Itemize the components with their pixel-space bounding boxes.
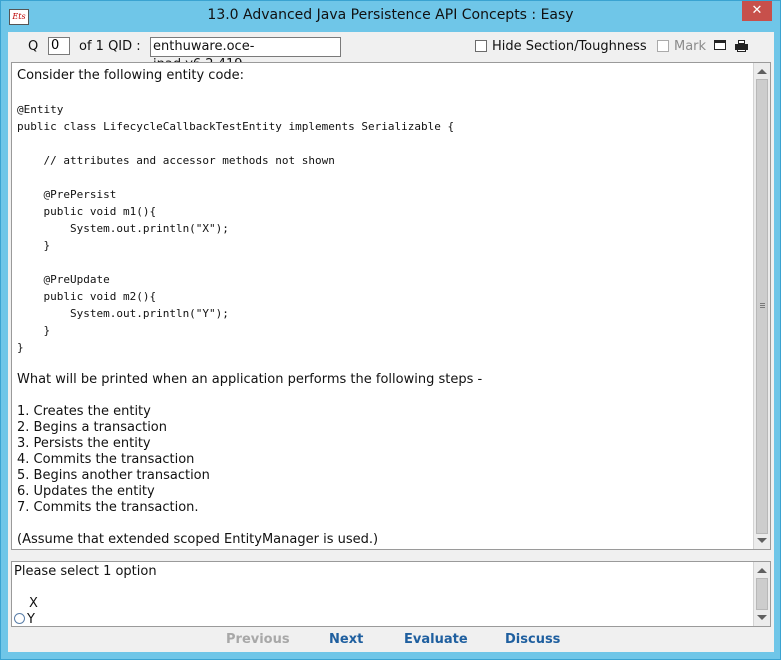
previous-button[interactable]: Previous: [226, 632, 290, 647]
window-icon[interactable]: [714, 40, 726, 50]
scroll-up-arrow-icon[interactable]: [757, 568, 767, 573]
options-header: Please select 1 option: [14, 564, 157, 579]
hide-section-checkbox[interactable]: [475, 40, 487, 52]
question-content: Consider the following entity code: @Ent…: [17, 68, 747, 548]
client-area: Q 0 of 1 QID : enthuware.oce-jpad.v6.2.4…: [8, 32, 774, 652]
scroll-thumb[interactable]: [756, 79, 768, 534]
scroll-up-arrow-icon[interactable]: [757, 69, 767, 74]
question-panel: Consider the following entity code: @Ent…: [11, 62, 771, 550]
question-prompt: What will be printed when an application…: [17, 372, 483, 387]
question-scrollbar[interactable]: [753, 63, 770, 549]
scroll-thumb[interactable]: [756, 578, 768, 610]
qid-field[interactable]: enthuware.oce-jpad.v6.2.419: [150, 37, 341, 72]
step-item: 5. Begins another transaction: [17, 468, 210, 483]
step-item: 1. Creates the entity: [17, 404, 151, 419]
question-number-input[interactable]: 0: [48, 37, 70, 55]
step-item: 3. Persists the entity: [17, 436, 151, 451]
options-scrollbar[interactable]: [753, 562, 770, 626]
option-label: X: [29, 596, 38, 611]
options-panel: Please select 1 option X Y: [11, 561, 771, 627]
discuss-button[interactable]: Discuss: [505, 632, 560, 647]
print-icon[interactable]: [735, 40, 748, 52]
title-bar[interactable]: Ets 13.0 Advanced Java Persistence API C…: [1, 1, 780, 32]
question-toolbar: Q 0 of 1 QID : enthuware.oce-jpad.v6.2.4…: [8, 32, 774, 72]
step-item: 4. Commits the transaction: [17, 452, 195, 467]
hide-section-label[interactable]: Hide Section/Toughness: [492, 39, 647, 54]
code-block: @Entity public class LifecycleCallbackTe…: [17, 103, 455, 354]
next-button[interactable]: Next: [329, 632, 363, 647]
mark-label[interactable]: Mark: [674, 39, 706, 54]
option-label: Y: [27, 612, 35, 627]
question-note: (Assume that extended scoped EntityManag…: [17, 532, 379, 547]
window-title: 13.0 Advanced Java Persistence API Conce…: [207, 7, 574, 23]
option-y[interactable]: Y: [14, 612, 35, 627]
option-x[interactable]: X: [14, 596, 38, 611]
radio-icon[interactable]: [14, 613, 25, 624]
navigation-bar: Previous Next Evaluate Discuss: [8, 629, 774, 651]
step-item: 6. Updates the entity: [17, 484, 155, 499]
step-item: 2. Begins a transaction: [17, 420, 167, 435]
of-qid-label: of 1 QID :: [79, 39, 141, 54]
q-label: Q: [28, 39, 39, 54]
scroll-down-arrow-icon[interactable]: [757, 538, 767, 543]
scroll-down-arrow-icon[interactable]: [757, 615, 767, 620]
question-intro: Consider the following entity code:: [17, 68, 245, 83]
evaluate-button[interactable]: Evaluate: [404, 632, 468, 647]
mark-checkbox[interactable]: [657, 40, 669, 52]
app-window: Ets 13.0 Advanced Java Persistence API C…: [0, 0, 781, 660]
step-item: 7. Commits the transaction.: [17, 500, 199, 515]
close-button[interactable]: ✕: [742, 1, 772, 21]
